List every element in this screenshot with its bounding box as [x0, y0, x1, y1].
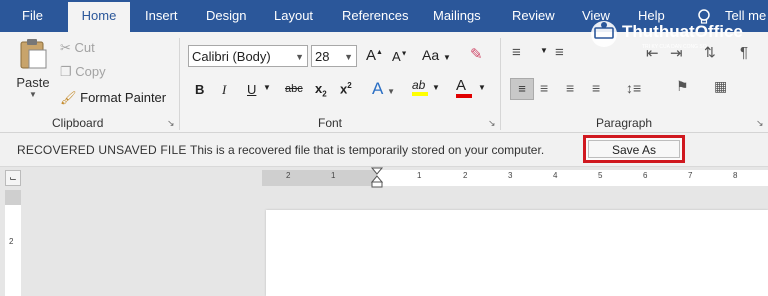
scissors-icon: ✂ — [60, 40, 71, 55]
logo-tagline-text: TRI KY CUA DAN CONG SO — [642, 44, 707, 50]
line-spacing-icon[interactable]: ↕≡ — [626, 80, 641, 96]
font-group-label: Font — [318, 116, 343, 130]
grow-font-button[interactable]: A▲ — [366, 47, 383, 64]
strikethrough-button[interactable]: abc — [285, 83, 303, 95]
clear-formatting-icon[interactable]: ✎ — [470, 45, 483, 63]
font-name-select[interactable]: Calibri (Body) ▼ — [188, 45, 308, 67]
font-size-select[interactable]: 28 ▼ — [311, 45, 357, 67]
copy-button[interactable]: ❐ Copy — [60, 64, 106, 80]
paste-label: Paste — [16, 75, 50, 90]
change-case-icon: Aa — [422, 47, 440, 63]
group-divider — [500, 38, 501, 130]
copy-icon: ❐ — [60, 64, 72, 79]
tab-design[interactable]: Design — [206, 0, 246, 32]
italic-button[interactable]: I — [222, 82, 226, 98]
text-effects-icon: A — [372, 79, 383, 98]
font-color-icon: A — [456, 77, 467, 94]
format-painter-label: Format Painter — [80, 90, 167, 105]
chevron-down-icon[interactable]: ▼ — [263, 83, 271, 92]
bullets-icon[interactable]: ≡ — [512, 44, 521, 61]
tab-references[interactable]: References — [342, 0, 408, 32]
ruler-tick-label: 1 — [331, 171, 336, 180]
tab-file[interactable]: File — [22, 0, 43, 32]
highlight-icon: ab — [412, 78, 426, 92]
underline-button[interactable]: U — [247, 82, 256, 97]
bold-button[interactable]: B — [195, 82, 204, 97]
ruler-tick-label: 5 — [598, 171, 603, 180]
copy-label: Copy — [75, 64, 106, 79]
font-launcher-icon[interactable]: ↘ — [488, 118, 496, 129]
font-size-value: 28 — [315, 49, 330, 64]
format-painter-button[interactable]: 🖌 Format Painter — [60, 90, 166, 106]
grow-font-icon: A — [366, 47, 377, 64]
ruler-tick-label: 1 — [417, 171, 422, 180]
align-left-icon: ≡ — [518, 81, 526, 96]
recovered-file-message-bar: RECOVERED UNSAVED FILE This is a recover… — [0, 133, 768, 167]
subscript-index: 2 — [322, 89, 327, 99]
change-case-button[interactable]: Aa ▼ — [422, 47, 451, 63]
ruler-tick-label: 3 — [508, 171, 513, 180]
ruler-tick-label: 8 — [733, 171, 738, 180]
tab-review[interactable]: Review — [512, 0, 555, 32]
thuthuatoffice-logo: ThuthuatOffice TRI KY CUA DAN CONG SO — [586, 14, 768, 64]
chevron-down-icon: ▼ — [344, 52, 353, 62]
ruler-tick-label: 7 — [688, 171, 693, 180]
message-bar-title: RECOVERED UNSAVED FILE — [17, 143, 187, 157]
tab-layout[interactable]: Layout — [274, 0, 313, 32]
tab-insert[interactable]: Insert — [145, 0, 178, 32]
indent-marker-icon[interactable] — [370, 167, 384, 189]
font-name-value: Calibri (Body) — [192, 49, 271, 64]
ruler-tick-label: 2 — [463, 171, 468, 180]
clipboard-group-label: Clipboard — [52, 116, 104, 130]
justify-icon[interactable]: ≡ — [592, 80, 600, 96]
brush-icon: 🖌 — [60, 90, 77, 105]
ruler-tick-label: 4 — [553, 171, 558, 180]
align-center-icon[interactable]: ≡ — [540, 80, 548, 96]
superscript-button[interactable]: x2 — [340, 81, 352, 96]
align-right-icon[interactable]: ≡ — [566, 80, 574, 96]
shrink-font-button[interactable]: A▼ — [392, 49, 408, 64]
font-color-button[interactable]: A — [456, 77, 472, 98]
subscript-button[interactable]: x2 — [315, 81, 327, 99]
logo-brand-text: ThuthuatOffice — [622, 22, 743, 41]
ruler-tick-label: 6 — [643, 171, 648, 180]
vertical-ruler-tick: 2 — [9, 237, 14, 246]
align-left-button[interactable]: ≡ — [510, 78, 534, 100]
message-bar-text: This is a recovered file that is tempora… — [190, 143, 545, 157]
shrink-font-icon: A — [392, 49, 401, 64]
numbering-icon[interactable]: ≡ — [555, 44, 564, 61]
text-effects-button[interactable]: A ▼ — [372, 79, 395, 99]
shading-icon[interactable]: ⚑ — [676, 78, 689, 95]
tab-mailings[interactable]: Mailings — [433, 0, 481, 32]
ruler-tick-label: 2 — [286, 171, 291, 180]
save-as-button[interactable]: Save As — [588, 140, 680, 158]
borders-icon[interactable]: ▦ — [714, 78, 727, 95]
highlight-button[interactable]: ab — [412, 78, 428, 96]
save-as-highlight-box: Save As — [583, 135, 685, 163]
tab-home[interactable]: Home — [68, 2, 130, 32]
document-page[interactable] — [266, 210, 768, 296]
superscript-index: 2 — [347, 81, 352, 90]
chevron-down-icon[interactable]: ▼ — [432, 83, 440, 92]
tab-selector-icon[interactable]: ⌙ — [5, 170, 21, 186]
chevron-down-icon[interactable]: ▼ — [14, 90, 52, 99]
paragraph-group-label: Paragraph — [596, 116, 653, 130]
group-divider — [179, 38, 180, 130]
paste-icon — [20, 39, 47, 69]
clipboard-launcher-icon[interactable]: ↘ — [167, 118, 175, 129]
paste-button[interactable]: Paste ▼ — [14, 38, 52, 99]
ruler-left-margin — [262, 170, 377, 186]
cut-label: Cut — [74, 40, 95, 55]
vertical-ruler[interactable]: 2 — [5, 205, 21, 296]
chevron-down-icon[interactable]: ▼ — [478, 83, 486, 92]
chevron-down-icon[interactable]: ▼ — [540, 46, 548, 55]
chevron-down-icon: ▼ — [295, 52, 304, 62]
paragraph-launcher-icon[interactable]: ↘ — [756, 118, 764, 129]
cut-button[interactable]: ✂ Cut — [60, 40, 95, 56]
horizontal-ruler-area: ⌙ 2 1 1 2 3 4 5 6 7 8 — [0, 167, 768, 189]
